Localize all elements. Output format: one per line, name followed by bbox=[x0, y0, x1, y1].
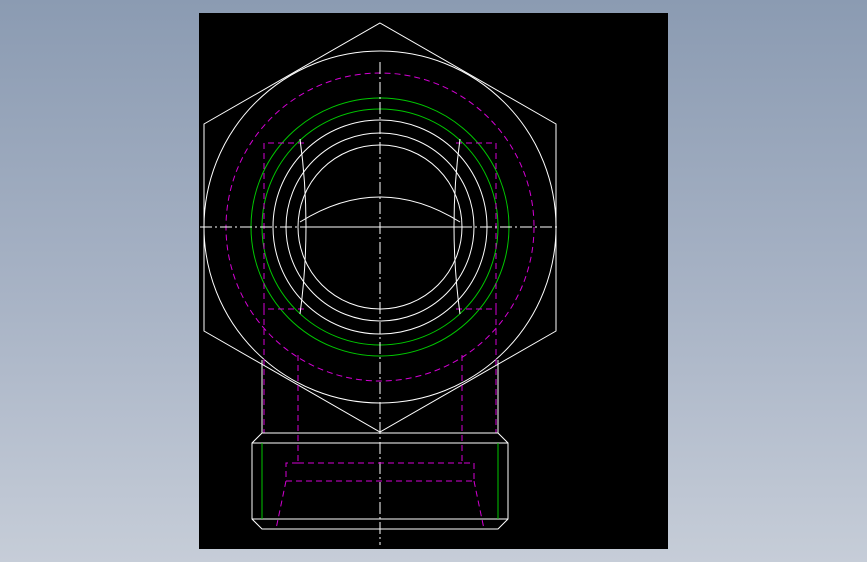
hidden-taper-left bbox=[275, 480, 287, 530]
cad-window bbox=[0, 0, 867, 562]
cad-drawing bbox=[200, 22, 560, 545]
hexagon-front-view bbox=[200, 22, 560, 545]
hidden-taper-right bbox=[473, 480, 485, 530]
